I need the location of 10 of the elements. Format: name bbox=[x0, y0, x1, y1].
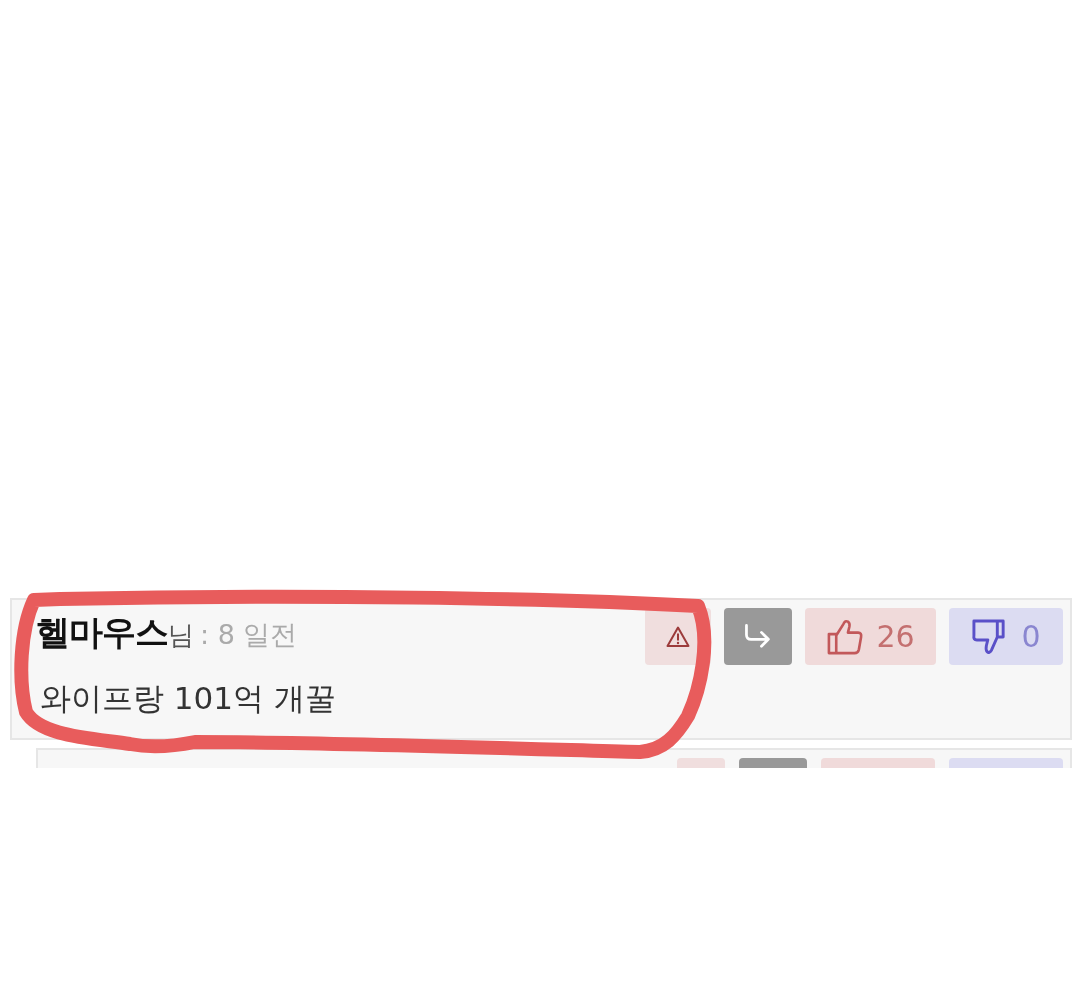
dislike-button[interactable]: 0 bbox=[949, 608, 1063, 665]
honorific-label: 님 bbox=[168, 619, 194, 652]
comment-text: 와이프랑 101억 개꿀 bbox=[39, 679, 336, 718]
reply-button[interactable] bbox=[724, 608, 792, 665]
like-button[interactable]: 26 bbox=[805, 608, 936, 665]
thumbs-up-icon bbox=[826, 617, 865, 656]
reply-arrow-icon bbox=[743, 622, 773, 651]
warning-icon bbox=[665, 624, 691, 649]
author-name: 헬마우스 bbox=[36, 611, 168, 654]
comment-time: : 8 일전 bbox=[200, 618, 298, 652]
